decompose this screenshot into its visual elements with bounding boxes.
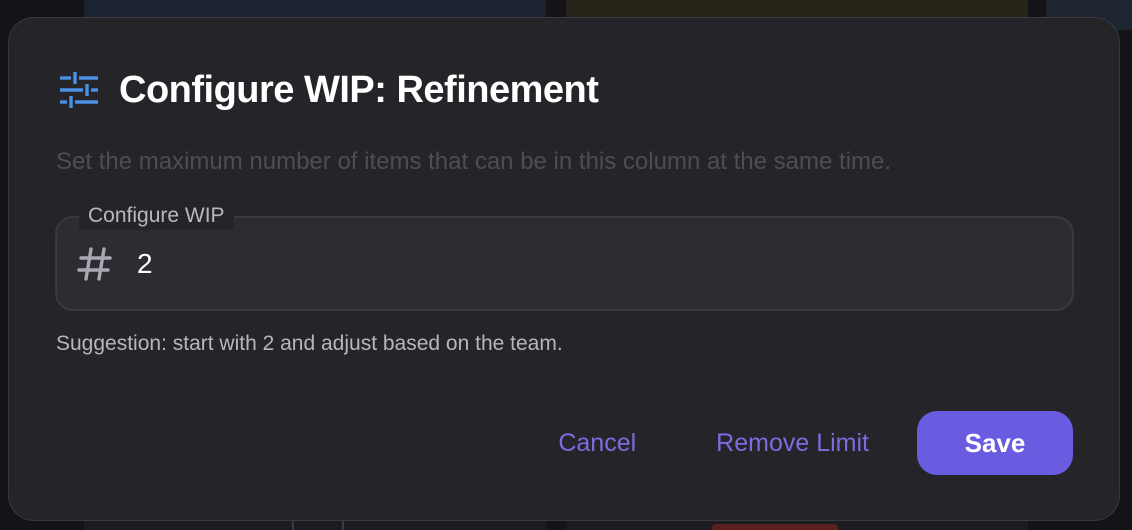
cancel-button[interactable]: Cancel [538,411,656,475]
dialog-header: Configure WIP: Refinement [59,68,599,112]
save-button[interactable]: Save [917,411,1073,475]
remove-limit-button[interactable]: Remove Limit [696,411,889,475]
wip-limit-label: Configure WIP [79,202,234,230]
background-chip [712,524,838,530]
wip-limit-field[interactable]: Configure WIP [55,202,1074,311]
dialog-description: Set the maximum number of items that can… [56,148,892,175]
wip-limit-input[interactable] [137,240,1037,288]
hash-icon [75,240,115,288]
sliders-icon [59,70,99,110]
suggestion-hint: Suggestion: start with 2 and adjust base… [56,332,563,355]
dialog-actions: Cancel Remove Limit Save [538,411,1073,475]
dialog-title: Configure WIP: Refinement [119,68,599,111]
configure-wip-dialog: Configure WIP: Refinement Set the maximu… [8,17,1120,521]
